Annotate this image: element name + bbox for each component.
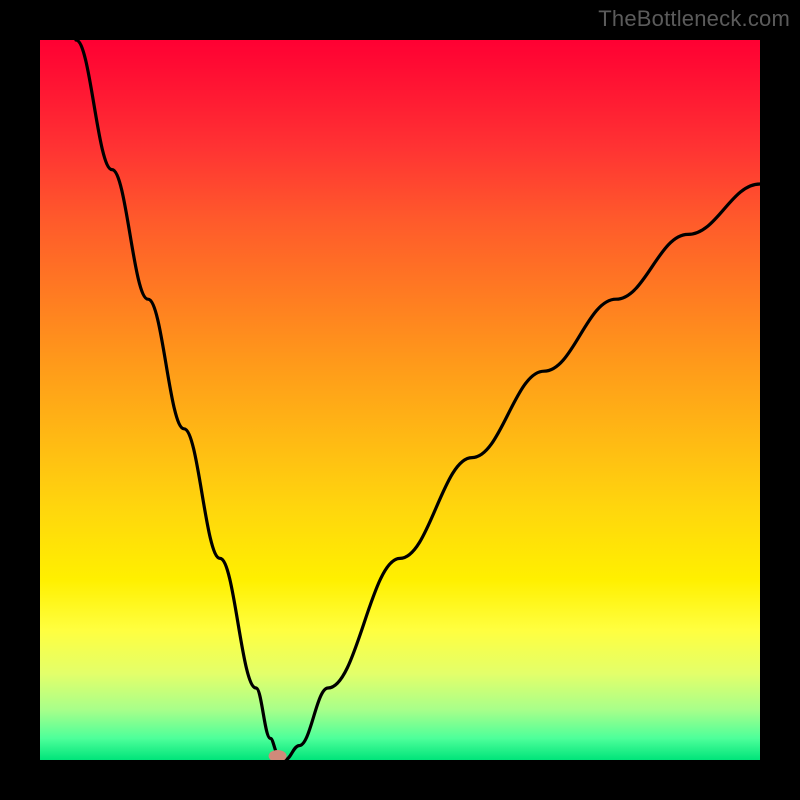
watermark-text: TheBottleneck.com <box>598 6 790 32</box>
plot-area <box>40 40 760 760</box>
curve-svg <box>40 40 760 760</box>
chart-container: TheBottleneck.com <box>0 0 800 800</box>
main-curve <box>76 40 760 760</box>
marker-dot <box>269 750 287 760</box>
